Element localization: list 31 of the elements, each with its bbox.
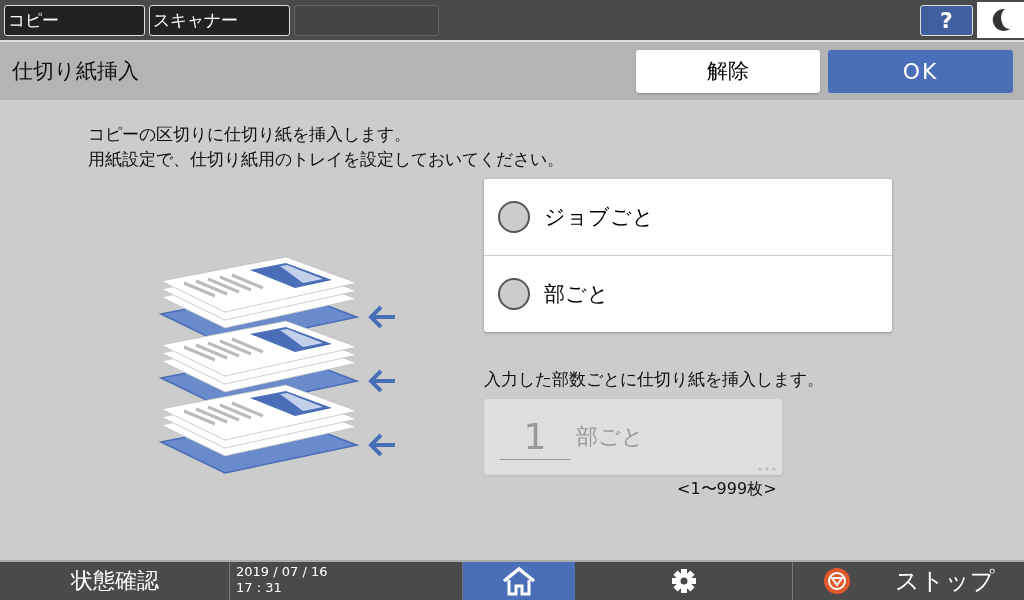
home-button[interactable] bbox=[463, 562, 575, 600]
copies-value: 1 bbox=[500, 414, 570, 460]
radio-option[interactable]: 部ごと bbox=[484, 256, 892, 332]
more-icon bbox=[758, 467, 776, 471]
screen-title: 仕切り紙挿入 bbox=[12, 58, 140, 85]
home-icon bbox=[501, 566, 537, 596]
help-button[interactable]: ? bbox=[920, 4, 973, 36]
arrow-icon bbox=[368, 433, 395, 457]
mode-tab[interactable]: スキャナー bbox=[149, 4, 290, 36]
option-label: ジョブごと bbox=[544, 204, 654, 231]
unit-label: 部ごと bbox=[576, 423, 644, 451]
radio-option[interactable]: ジョブごと bbox=[484, 179, 892, 256]
radio-button[interactable] bbox=[498, 201, 530, 233]
description-text: コピーの区切りに仕切り紙を挿入します。 bbox=[88, 123, 412, 146]
cancel-button[interactable]: 解除 bbox=[636, 49, 820, 93]
time-text: 17 : 31 bbox=[236, 580, 283, 596]
energy-saver-button[interactable] bbox=[977, 2, 1024, 38]
ok-button[interactable]: OK bbox=[828, 49, 1013, 93]
radio-button[interactable] bbox=[498, 278, 530, 310]
arrow-icon bbox=[368, 305, 395, 329]
date-text: 2019 / 07 / 16 bbox=[236, 564, 329, 580]
stop-button[interactable]: ストップ bbox=[793, 562, 1024, 600]
range-text: <1〜999枚> bbox=[677, 479, 777, 500]
option-label: 部ごと bbox=[544, 281, 609, 308]
hint-text: 入力した部数ごとに仕切り紙を挿入します。 bbox=[484, 368, 825, 391]
description-text: 用紙設定で、仕切り紙用のトレイを設定しておいてください。 bbox=[88, 148, 565, 171]
mode-tab[interactable]: コピー bbox=[4, 4, 145, 36]
moon-icon bbox=[990, 8, 1011, 32]
stop-icon bbox=[822, 567, 851, 595]
arrow-icon bbox=[368, 369, 395, 393]
status-check-button[interactable]: 状態確認 bbox=[0, 562, 230, 600]
